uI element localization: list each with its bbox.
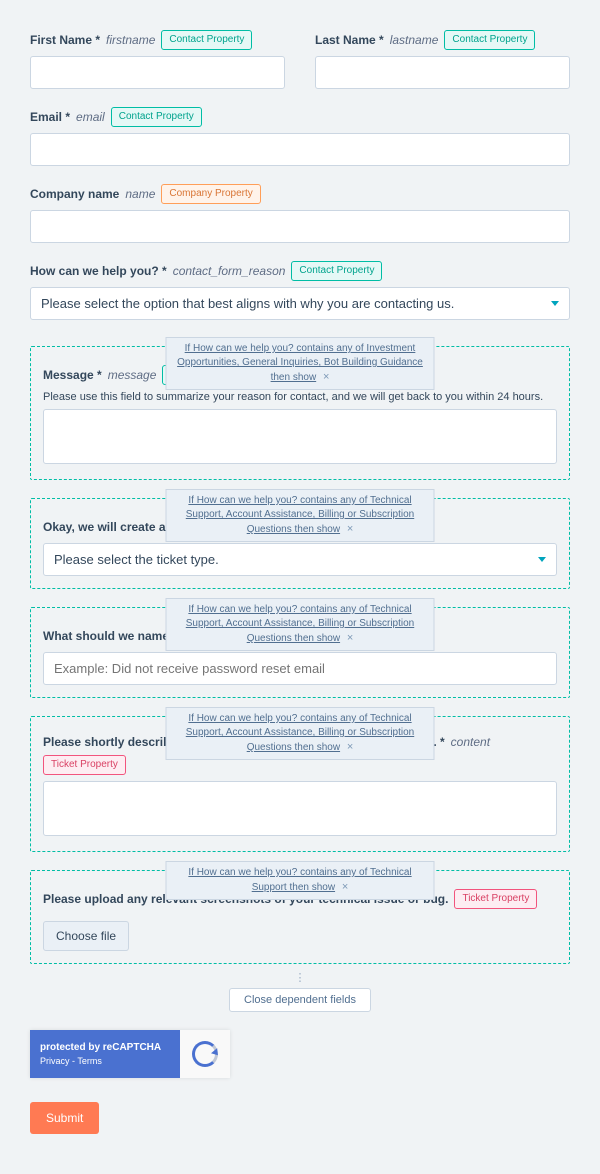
message-help: Please use this field to summarize your … [43, 391, 557, 403]
email-label: Email * [30, 110, 70, 124]
dep-message-box: If How can we help you? contains any of … [30, 346, 570, 480]
ticket-type-select[interactable]: Please select the ticket type. [43, 543, 557, 576]
recaptcha-text: protected by reCAPTCHA [40, 1042, 170, 1053]
email-api: email [76, 110, 105, 124]
help-field: How can we help you? * contact_form_reas… [30, 261, 570, 320]
chevron-down-icon [538, 557, 546, 562]
first-name-label: First Name * [30, 33, 100, 47]
recaptcha-privacy-link[interactable]: Privacy [40, 1056, 70, 1066]
chevron-down-icon [551, 301, 559, 306]
condition-link[interactable]: If How can we help you? contains any of … [186, 604, 414, 644]
connector-icon: ⋮ [30, 974, 570, 982]
dep-content-condition: If How can we help you? contains any of … [166, 707, 435, 760]
dep-ticket-type-condition: If How can we help you? contains any of … [166, 489, 435, 542]
email-tag: Contact Property [111, 107, 202, 127]
last-name-input[interactable] [315, 56, 570, 89]
company-input[interactable] [30, 210, 570, 243]
first-name-tag: Contact Property [161, 30, 252, 50]
close-dependent-fields-button[interactable]: Close dependent fields [229, 988, 371, 1012]
close-icon[interactable]: × [342, 881, 348, 893]
first-name-input[interactable] [30, 56, 285, 89]
recaptcha-spinner-icon [180, 1030, 230, 1078]
recaptcha-badge: protected by reCAPTCHA Privacy - Terms [30, 1030, 180, 1078]
recaptcha-widget: protected by reCAPTCHA Privacy - Terms [30, 1030, 230, 1078]
company-label: Company name [30, 187, 119, 201]
email-field: Email * email Contact Property [30, 107, 570, 166]
close-icon[interactable]: × [347, 523, 353, 535]
help-label: How can we help you? * [30, 264, 167, 278]
dep-subject-condition: If How can we help you? contains any of … [166, 598, 435, 651]
dep-subject-box: If How can we help you? contains any of … [30, 607, 570, 698]
condition-link[interactable]: If How can we help you? contains any of … [177, 343, 423, 383]
dep-ticket-type-box: If How can we help you? contains any of … [30, 498, 570, 589]
upload-tag: Ticket Property [454, 889, 537, 909]
dep-upload-condition: If How can we help you? contains any of … [166, 861, 435, 900]
company-api: name [125, 187, 155, 201]
choose-file-button[interactable]: Choose file [43, 921, 129, 951]
message-input[interactable] [43, 409, 557, 464]
recaptcha-terms-link[interactable]: Terms [77, 1056, 102, 1066]
subject-input[interactable] [43, 652, 557, 685]
last-name-tag: Contact Property [444, 30, 535, 50]
first-name-api: firstname [106, 33, 155, 47]
close-icon[interactable]: × [347, 741, 353, 753]
ticket-type-select-text: Please select the ticket type. [54, 552, 219, 567]
help-api: contact_form_reason [173, 264, 286, 278]
content-api: content [451, 735, 490, 749]
company-tag: Company Property [161, 184, 260, 204]
content-tag: Ticket Property [43, 755, 126, 775]
condition-link[interactable]: If How can we help you? contains any of … [186, 495, 414, 535]
last-name-api: lastname [390, 33, 439, 47]
dep-message-condition: If How can we help you? contains any of … [166, 337, 435, 390]
first-name-field: First Name * firstname Contact Property [30, 30, 285, 89]
recaptcha-sep: - [70, 1056, 78, 1066]
last-name-field: Last Name * lastname Contact Property [315, 30, 570, 89]
message-api: message [108, 368, 157, 382]
message-label: Message * [43, 368, 102, 382]
content-input[interactable] [43, 781, 557, 836]
company-field: Company name name Company Property [30, 184, 570, 243]
last-name-label: Last Name * [315, 33, 384, 47]
condition-link[interactable]: If How can we help you? contains any of … [186, 713, 414, 753]
email-input[interactable] [30, 133, 570, 166]
submit-button[interactable]: Submit [30, 1102, 99, 1134]
close-icon[interactable]: × [347, 632, 353, 644]
dep-content-box: If How can we help you? contains any of … [30, 716, 570, 852]
dep-upload-box: If How can we help you? contains any of … [30, 870, 570, 964]
help-tag: Contact Property [291, 261, 382, 281]
help-select-text: Please select the option that best align… [41, 296, 454, 311]
help-select[interactable]: Please select the option that best align… [30, 287, 570, 320]
condition-link[interactable]: If How can we help you? contains any of … [188, 867, 411, 893]
close-icon[interactable]: × [323, 371, 329, 383]
